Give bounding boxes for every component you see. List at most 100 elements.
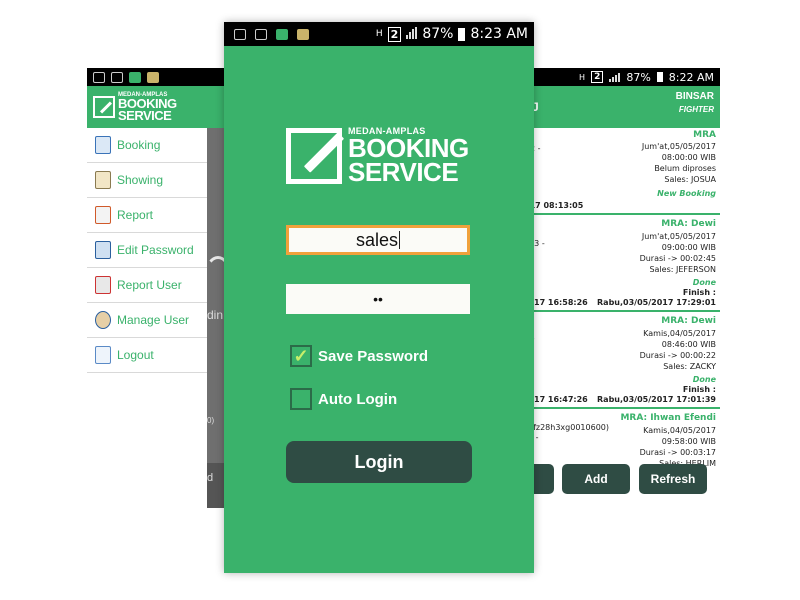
booking-sales: Sales: JEFERSON	[649, 265, 716, 274]
menu-item-report[interactable]: Report	[87, 198, 207, 233]
menu-label: Manage User	[117, 313, 190, 327]
battery-icon	[458, 27, 466, 41]
report-user-icon	[95, 276, 111, 294]
message-icon	[93, 71, 105, 83]
right-phone-screen: H 2 87% 8:22 AM J BINSAR FIGHTER MRA 2 -…	[524, 68, 720, 508]
center-phone-screen: H 2 87% 8:23 AM MEDAN-AMPLAS BOOKING SER…	[224, 22, 534, 573]
booking-date: Jum'at,05/05/2017	[641, 232, 716, 241]
user-role: FIGHTER	[678, 105, 714, 114]
menu-label: Logout	[117, 348, 154, 362]
booking-date: Kamis,04/05/2017	[643, 426, 716, 435]
booking-duration: Durasi -> 00:02:45	[639, 254, 716, 263]
booking-icon	[95, 136, 111, 154]
app-icon	[276, 28, 288, 40]
menu-label: Showing	[117, 173, 164, 187]
booking-finish-label: Finish :	[682, 385, 716, 394]
logo-pen-icon	[93, 96, 115, 118]
booking-date: Jum'at,05/05/2017	[641, 142, 716, 151]
image-icon	[111, 71, 123, 83]
signal-icon	[609, 72, 621, 82]
booking-finish-label: Finish :	[682, 288, 716, 297]
booking-sales: Sales: ZACKY	[663, 362, 716, 371]
booking-created: 17 16:58:26	[534, 298, 588, 307]
add-button[interactable]: Add	[562, 464, 630, 494]
booking-mra: MRA	[693, 130, 716, 140]
menu-item-logout[interactable]: Logout	[87, 338, 207, 373]
booking-mra: MRA: Dewi	[661, 316, 716, 326]
menu-item-showing[interactable]: Showing	[87, 163, 207, 198]
booking-mra: MRA: Dewi	[661, 219, 716, 229]
booking-time: 08:00:00 WIB	[661, 153, 716, 162]
auto-login-row[interactable]: Auto Login	[290, 388, 397, 410]
booking-duration: Belum diproses	[654, 164, 716, 173]
menu-label: Report	[117, 208, 154, 222]
booking-item[interactable]: MRA: Ihwan Efendi hfz28h3xg0010600) Kami…	[524, 409, 720, 468]
booking-status: New Booking	[657, 189, 716, 198]
menu-item-report-user[interactable]: Report User	[87, 268, 207, 303]
signal-icon	[406, 27, 418, 39]
booking-status: Done	[692, 278, 716, 287]
booking-date: Kamis,04/05/2017	[643, 329, 716, 338]
menu-label: Report User	[117, 278, 182, 292]
login-button[interactable]: Login	[286, 441, 472, 483]
manage-user-icon	[95, 311, 111, 329]
booking-finish: Rabu,03/05/2017 17:01:39	[597, 395, 716, 404]
status-bar: H 2 87% 8:23 AM	[224, 22, 534, 46]
app-logo: MEDAN-AMPLAS BOOKING SERVICE	[286, 122, 469, 187]
auto-login-label: Auto Login	[318, 390, 398, 408]
booking-mra: MRA: Ihwan Efendi	[620, 413, 716, 423]
booking-duration: Durasi -> 00:00:22	[639, 351, 716, 360]
booking-status: Done	[692, 375, 716, 384]
booking-item[interactable]: MRA 2 - Jum'at,05/05/2017 08:00:00 WIB B…	[524, 128, 720, 215]
booking-code: hfz28h3xg0010600)	[528, 423, 609, 432]
background-text: din	[207, 308, 224, 322]
image-icon	[234, 28, 246, 40]
app-icon	[129, 71, 141, 83]
menu-label: Booking	[117, 138, 161, 152]
save-password-checkbox[interactable]: ✓	[290, 345, 312, 367]
edit-password-icon	[95, 241, 111, 259]
background-text: d	[207, 472, 214, 484]
booking-item[interactable]: MRA: Dewi Kamis,04/05/2017 3 - 08:46:00 …	[524, 312, 720, 409]
booking-time: 08:46:00 WIB	[661, 340, 716, 349]
booking-duration: Durasi -> 00:03:17	[639, 448, 716, 457]
save-password-label: Save Password	[318, 347, 429, 365]
background-text: 0)	[207, 416, 215, 425]
username-value: sales	[355, 229, 399, 250]
booking-time: 09:58:00 WIB	[661, 437, 716, 446]
notification-icon	[147, 71, 159, 83]
booking-item[interactable]: MRA: Dewi Jum'at,05/05/2017 003 - 09:00:…	[524, 215, 720, 312]
booking-sales: Sales: JOSUA	[664, 175, 716, 184]
showing-icon	[95, 171, 111, 189]
network-type: H	[579, 72, 586, 82]
app-logo: MEDAN-AMPLAS BOOKING SERVICE	[93, 92, 177, 122]
password-field[interactable]: ••	[286, 284, 470, 314]
status-bar: H 2 87% 8:22 AM	[524, 68, 720, 86]
text-cursor	[399, 231, 401, 249]
drawer-menu: Booking Showing Report Edit Password Rep…	[87, 128, 207, 373]
logout-icon	[95, 346, 111, 364]
status-time: 8:23 AM	[470, 26, 528, 42]
booking-time: 09:00:00 WIB	[661, 243, 716, 252]
report-icon	[95, 206, 111, 224]
menu-item-manage-user[interactable]: Manage User	[87, 303, 207, 338]
save-password-row[interactable]: ✓ Save Password	[290, 345, 428, 367]
left-phone-screen: MEDAN-AMPLAS BOOKING SERVICE din 0) d Bo…	[87, 68, 227, 508]
status-bar	[87, 68, 227, 86]
sim-indicator: 2	[387, 26, 402, 42]
message-icon	[255, 28, 267, 40]
user-name: BINSAR	[675, 91, 714, 102]
booking-created: 17 16:47:26	[534, 395, 588, 404]
app-bar: J BINSAR FIGHTER	[524, 86, 720, 128]
username-field[interactable]: sales	[286, 225, 470, 255]
battery-level: 87%	[422, 26, 454, 42]
battery-level: 87%	[626, 70, 651, 84]
menu-item-edit-password[interactable]: Edit Password	[87, 233, 207, 268]
auto-login-checkbox[interactable]	[290, 388, 312, 410]
action-buttons: Add Refresh	[524, 464, 720, 496]
logo-line3: SERVICE	[348, 157, 459, 187]
drawer-header: MEDAN-AMPLAS BOOKING SERVICE	[87, 86, 227, 128]
menu-item-booking[interactable]: Booking	[87, 128, 207, 163]
booking-finish: Rabu,03/05/2017 17:29:01	[597, 298, 716, 307]
refresh-button[interactable]: Refresh	[639, 464, 707, 494]
